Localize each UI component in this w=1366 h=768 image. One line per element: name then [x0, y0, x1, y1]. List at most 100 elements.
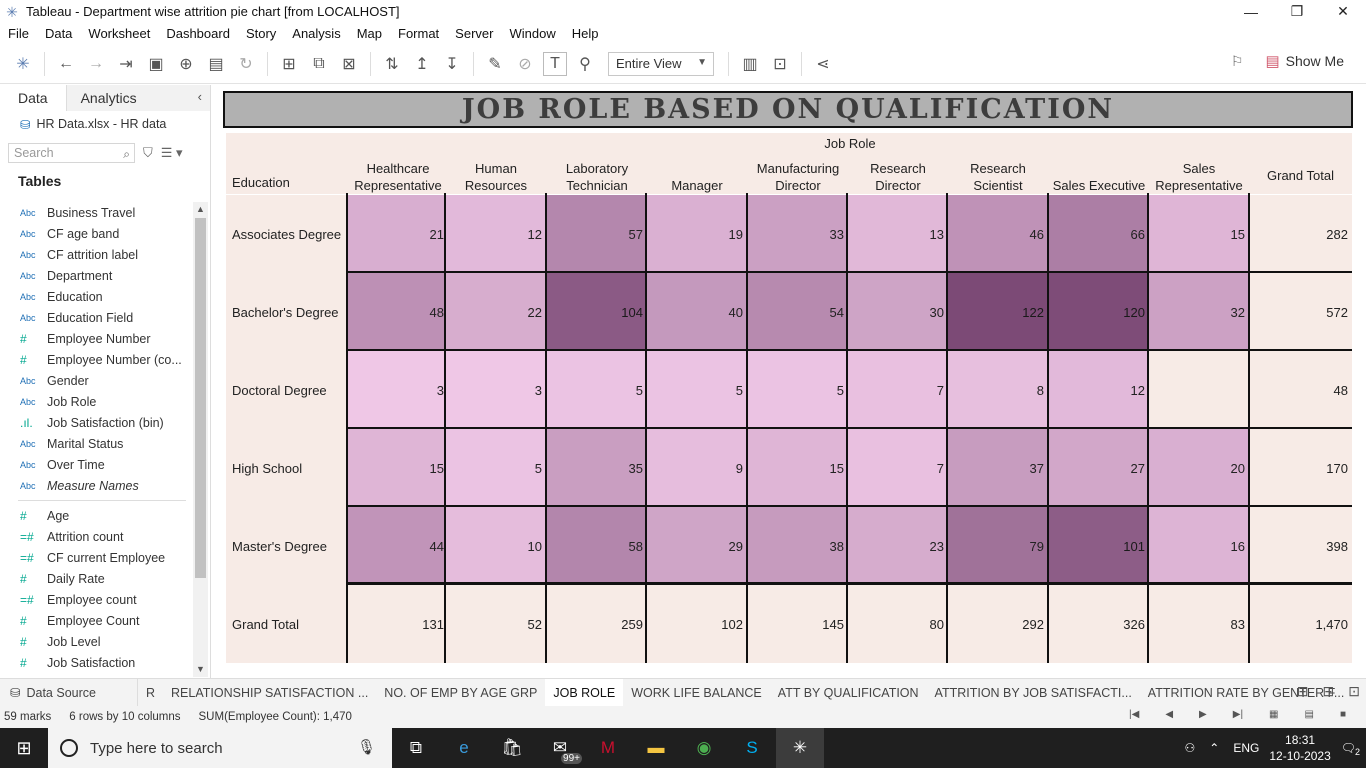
grand-total-cell[interactable]: 80 — [848, 585, 948, 663]
heatmap-cell[interactable]: 37 — [948, 429, 1048, 507]
menu-server[interactable]: Server — [447, 26, 501, 41]
notifications-icon[interactable]: 🗨 2 — [1341, 741, 1360, 757]
row-label[interactable]: Bachelor's Degree — [226, 273, 346, 351]
sort-descending-icon[interactable]: ↧ — [437, 49, 467, 79]
prev-sheet-icon[interactable]: ◀ — [1165, 709, 1173, 720]
sheet-tab[interactable]: ATTRITION BY JOB SATISFACTI... — [927, 679, 1140, 707]
heatmap-cell[interactable]: 66 — [1049, 195, 1149, 273]
column-header[interactable]: Research Director — [848, 157, 948, 195]
duplicate-sheet-icon[interactable]: ⧉ — [304, 49, 334, 79]
datasource-item[interactable]: ⛁ HR Data.xlsx - HR data — [0, 111, 210, 137]
row-label[interactable]: Doctoral Degree — [226, 351, 346, 429]
field-item[interactable]: # Employee Number — [0, 328, 192, 349]
menu-data[interactable]: Data — [37, 26, 80, 41]
minimize-icon[interactable]: — — [1228, 0, 1274, 23]
column-header[interactable]: Manufacturing Director — [748, 157, 848, 195]
undo-icon[interactable]: ← — [51, 49, 81, 79]
heatmap-cell[interactable]: 32 — [1149, 273, 1249, 351]
clock[interactable]: 18:31 12-10-2023 — [1269, 732, 1330, 764]
heatmap-cell[interactable]: 54 — [748, 273, 848, 351]
heatmap-cell[interactable]: 23 — [848, 507, 948, 585]
field-item[interactable]: Abc Marital Status — [0, 433, 192, 454]
menu-story[interactable]: Story — [238, 26, 284, 41]
save-icon[interactable]: ▣ — [141, 49, 171, 79]
row-total-cell[interactable]: 572 — [1250, 273, 1352, 351]
tableau-taskbar-icon[interactable]: ✳ — [776, 728, 824, 768]
heatmap-cell[interactable]: 101 — [1049, 507, 1149, 585]
heatmap-cell[interactable] — [1149, 351, 1249, 429]
taskbar-search-input[interactable]: Type here to search 🎙 — [48, 728, 392, 768]
heatmap-cell[interactable]: 79 — [948, 507, 1048, 585]
new-datasource-icon[interactable]: ⊕ — [171, 49, 201, 79]
row-label[interactable]: High School — [226, 429, 346, 507]
heatmap-cell[interactable]: 38 — [748, 507, 848, 585]
sheet-tab[interactable]: NO. OF EMP BY AGE GRP — [376, 679, 545, 707]
field-search-input[interactable]: Search ⌕ — [8, 143, 135, 163]
heatmap-cell[interactable]: 12 — [1049, 351, 1149, 429]
share-icon[interactable]: ⋖ — [808, 49, 838, 79]
column-header[interactable]: Sales Representative — [1149, 157, 1249, 195]
column-header[interactable]: Manager — [647, 157, 747, 195]
heatmap-cell[interactable]: 5 — [446, 429, 546, 507]
grand-total-cell[interactable]: 131 — [348, 585, 448, 663]
heatmap-cell[interactable]: 16 — [1149, 507, 1249, 585]
heatmap-cell[interactable]: 10 — [446, 507, 546, 585]
replay-icon[interactable]: ⇥ — [111, 49, 141, 79]
redo-icon[interactable]: → — [81, 49, 111, 79]
heatmap-cell[interactable]: 15 — [1149, 195, 1249, 273]
skype-icon[interactable]: S — [728, 728, 776, 768]
show-cards-icon[interactable]: ▥ — [735, 49, 765, 79]
heatmap-cell[interactable]: 7 — [848, 351, 948, 429]
grand-total-cell[interactable]: 259 — [547, 585, 647, 663]
field-item[interactable]: # Employee Count — [0, 610, 192, 631]
field-item[interactable]: # Employee Number (co... — [0, 349, 192, 370]
last-sheet-icon[interactable]: ▶| — [1233, 709, 1243, 720]
field-item[interactable]: Abc Education Field — [0, 307, 192, 328]
heatmap-cell[interactable]: 20 — [1149, 429, 1249, 507]
menu-worksheet[interactable]: Worksheet — [80, 26, 158, 41]
tray-expand-icon[interactable]: ⌃ — [1209, 741, 1219, 755]
heatmap-cell[interactable]: 12 — [446, 195, 546, 273]
row-total-cell[interactable]: 48 — [1250, 351, 1352, 429]
menu-map[interactable]: Map — [349, 26, 390, 41]
heatmap-cell[interactable]: 120 — [1049, 273, 1149, 351]
heatmap-cell[interactable]: 44 — [348, 507, 448, 585]
row-total-cell[interactable]: 170 — [1250, 429, 1352, 507]
menu-dashboard[interactable]: Dashboard — [158, 26, 238, 41]
sheet-tab[interactable]: ATT BY QUALIFICATION — [770, 679, 927, 707]
heatmap-cell[interactable]: 33 — [748, 195, 848, 273]
heatmap-cell[interactable]: 5 — [647, 351, 747, 429]
field-item[interactable]: Abc Job Role — [0, 391, 192, 412]
column-header[interactable]: Research Scientist — [948, 157, 1048, 195]
heatmap-cell[interactable]: 35 — [547, 429, 647, 507]
collapse-pane-icon[interactable]: ‹ — [198, 89, 202, 104]
row-total-cell[interactable]: 1,470 — [1250, 585, 1352, 663]
field-item[interactable]: Abc Business Travel — [0, 202, 192, 223]
row-label[interactable]: Master's Degree — [226, 507, 346, 585]
highlight-icon[interactable]: ✎ — [480, 49, 510, 79]
heatmap-cell[interactable]: 8 — [948, 351, 1048, 429]
heatmap-cell[interactable]: 40 — [647, 273, 747, 351]
grand-total-cell[interactable]: 292 — [948, 585, 1048, 663]
field-item[interactable]: #Percent Salary Hike — [0, 673, 192, 675]
field-item[interactable]: .ıl. Job Satisfaction (bin) — [0, 412, 192, 433]
grand-total-cell[interactable]: 83 — [1149, 585, 1249, 663]
row-label[interactable]: Associates Degree — [226, 195, 346, 273]
heatmap-cell[interactable]: 122 — [948, 273, 1048, 351]
field-item[interactable]: # Daily Rate — [0, 568, 192, 589]
field-item[interactable]: =# CF current Employee — [0, 547, 192, 568]
sort-ascending-icon[interactable]: ↥ — [407, 49, 437, 79]
field-item[interactable]: =# Employee count — [0, 589, 192, 610]
scroll-up-icon[interactable]: ▲ — [193, 202, 208, 217]
grand-total-cell[interactable]: 52 — [446, 585, 546, 663]
scroll-down-icon[interactable]: ▼ — [193, 662, 208, 677]
heatmap-cell[interactable]: 58 — [547, 507, 647, 585]
field-item[interactable]: Abc Measure Names — [0, 475, 192, 496]
column-header[interactable]: Healthcare Representative — [348, 157, 448, 195]
grand-total-cell[interactable]: 102 — [647, 585, 747, 663]
task-view-icon[interactable]: ⧉ — [392, 728, 440, 768]
heatmap-cell[interactable]: 3 — [446, 351, 546, 429]
heatmap-cell[interactable]: 30 — [848, 273, 948, 351]
heatmap-cell[interactable]: 22 — [446, 273, 546, 351]
grand-total-row-label[interactable]: Grand Total — [226, 585, 346, 663]
